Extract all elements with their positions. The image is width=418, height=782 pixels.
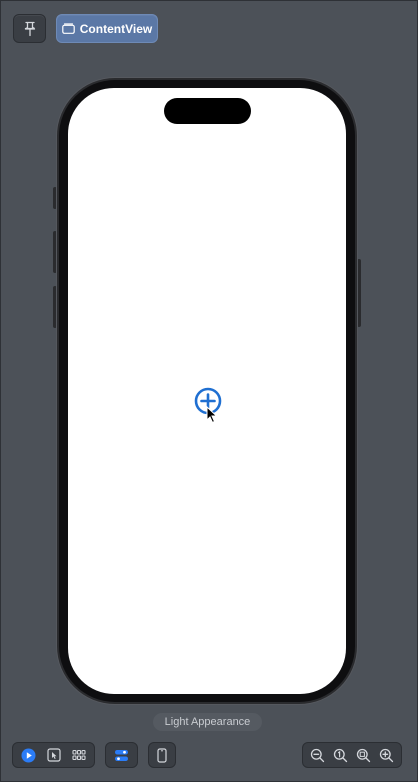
pin-preview-button[interactable] <box>13 14 46 43</box>
zoom-controls-group <box>302 742 402 768</box>
phone-action-button <box>53 187 57 209</box>
zoom-to-fit-icon[interactable] <box>354 745 374 765</box>
content-view-label: ContentView <box>79 21 153 36</box>
preview-window-icon <box>61 23 75 34</box>
zoom-actual-size-icon[interactable] <box>331 745 351 765</box>
selectable-icon[interactable] <box>44 745 64 765</box>
device-settings-group <box>105 742 138 768</box>
appearance-label[interactable]: Light Appearance <box>153 713 262 731</box>
device-screen <box>68 88 346 694</box>
zoom-in-icon[interactable] <box>377 745 397 765</box>
preview-mode-group <box>12 742 95 768</box>
phone-volume-up-button <box>53 231 57 273</box>
dynamic-island <box>164 98 251 124</box>
content-view-button[interactable]: ContentView <box>56 14 158 43</box>
variants-grid-icon[interactable] <box>69 745 89 765</box>
live-preview-icon[interactable] <box>19 745 39 765</box>
device-selector-group <box>148 742 176 768</box>
zoom-out-icon[interactable] <box>308 745 328 765</box>
device-frame <box>59 80 355 702</box>
pin-icon <box>24 21 35 36</box>
device-phone-icon[interactable] <box>152 745 172 765</box>
device-settings-icon[interactable] <box>112 745 132 765</box>
phone-power-button <box>357 259 361 327</box>
mouse-pointer-icon <box>206 406 218 424</box>
phone-volume-down-button <box>53 286 57 328</box>
